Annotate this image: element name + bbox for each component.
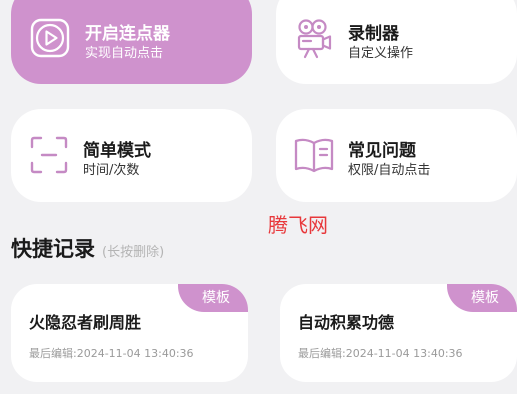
recorder-title: 录制器	[348, 24, 399, 44]
shortcut-record-name: 自动积累功德	[298, 313, 395, 332]
shortcuts-hint: (长按删除)	[102, 245, 165, 260]
recorder-card[interactable]: 录制器 自定义操作	[276, 0, 517, 84]
start-clicker-card[interactable]: 开启连点器 实现自动点击	[11, 0, 252, 84]
shortcut-record-card[interactable]: 模板 火隐忍者刷周胜 最后编辑:2024-11-04 13:40:36	[11, 284, 248, 382]
template-badge: 模板	[178, 284, 248, 312]
shortcut-record-card[interactable]: 模板 自动积累功德 最后编辑:2024-11-04 13:40:36	[280, 284, 517, 382]
faq-title: 常见问题	[348, 141, 416, 161]
simple-mode-card[interactable]: 简单模式 时间/次数	[11, 109, 252, 202]
start-clicker-title: 开启连点器	[85, 24, 170, 44]
book-icon	[294, 138, 334, 173]
simple-mode-subtitle: 时间/次数	[83, 163, 140, 178]
shortcut-record-edited-time: 最后编辑:2024-11-04 13:40:36	[298, 347, 463, 360]
faq-subtitle: 权限/自动点击	[348, 163, 431, 178]
start-clicker-subtitle: 实现自动点击	[85, 46, 164, 61]
camera-icon	[297, 19, 332, 59]
recorder-subtitle: 自定义操作	[348, 46, 414, 61]
shortcut-record-name: 火隐忍者刷周胜	[29, 313, 142, 332]
shortcuts-heading: 快捷记录	[11, 237, 95, 261]
faq-card[interactable]: 常见问题 权限/自动点击	[276, 109, 517, 202]
scan-frame-icon	[30, 136, 68, 174]
play-icon	[30, 18, 70, 58]
shortcut-record-edited-time: 最后编辑:2024-11-04 13:40:36	[29, 347, 194, 360]
simple-mode-title: 简单模式	[83, 141, 151, 161]
template-badge: 模板	[447, 284, 517, 312]
watermark-text: 腾飞网	[268, 213, 328, 237]
